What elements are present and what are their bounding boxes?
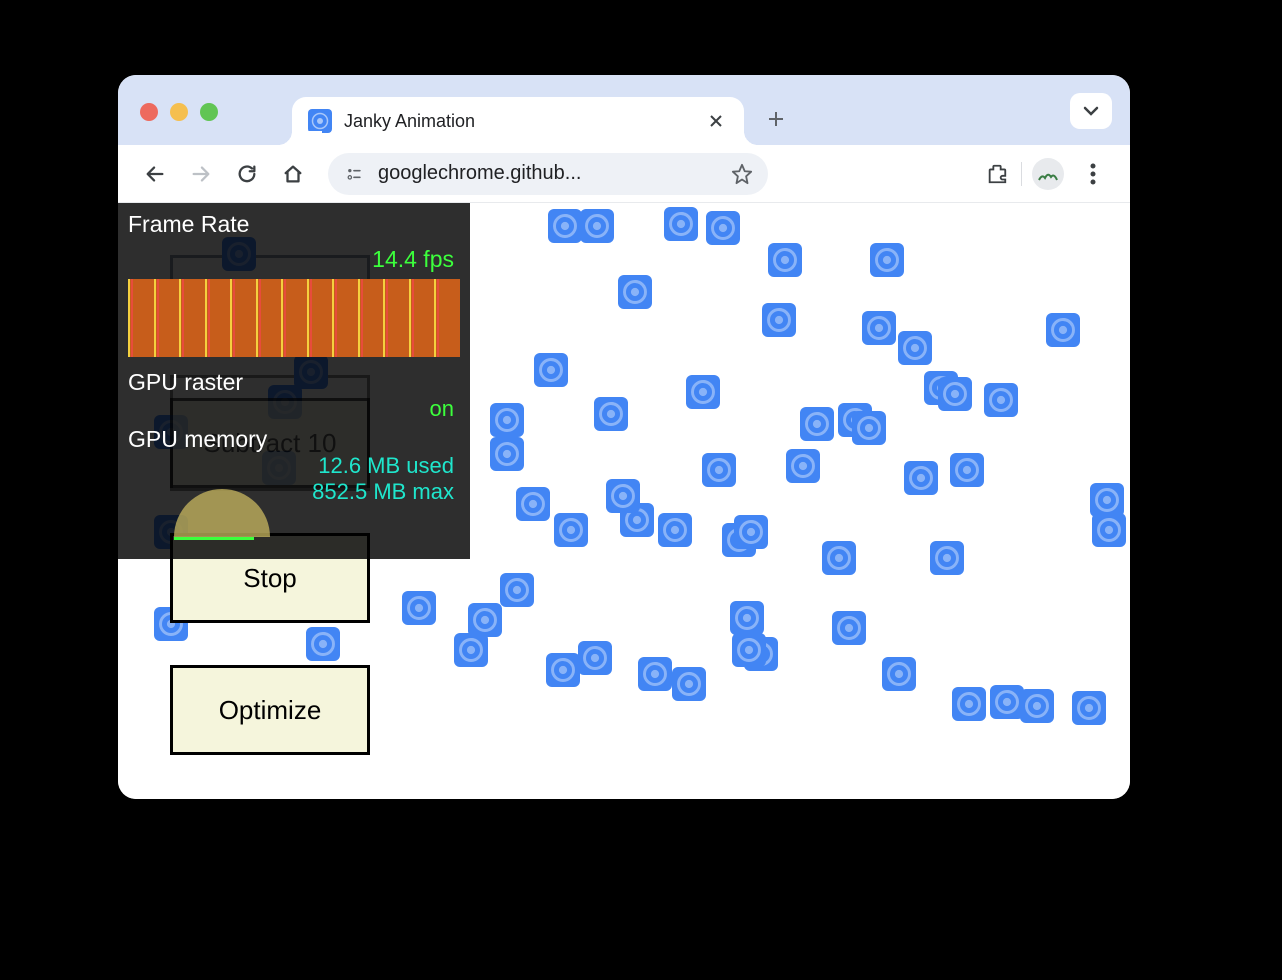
chrome-logo-sprite bbox=[702, 453, 736, 487]
chrome-logo-sprite bbox=[606, 479, 640, 513]
fps-graph bbox=[128, 279, 460, 357]
chrome-logo-sprite bbox=[534, 353, 568, 387]
back-button[interactable] bbox=[136, 155, 174, 193]
chrome-logo-sprite bbox=[1092, 513, 1126, 547]
gpu-raster-label: GPU raster bbox=[128, 369, 460, 396]
chrome-logo-sprite bbox=[516, 487, 550, 521]
chrome-logo-sprite bbox=[546, 653, 580, 687]
profile-avatar[interactable] bbox=[1032, 158, 1064, 190]
chrome-logo-sprite bbox=[800, 407, 834, 441]
chrome-logo-sprite bbox=[1072, 691, 1106, 725]
gpu-raster-value: on bbox=[128, 396, 460, 422]
fps-value: 14.4 fps bbox=[128, 246, 460, 273]
gpu-memory-indicator bbox=[174, 537, 254, 540]
chrome-logo-sprite bbox=[554, 513, 588, 547]
chrome-logo-sprite bbox=[882, 657, 916, 691]
chrome-logo-sprite bbox=[580, 209, 614, 243]
favicon-chrome-icon bbox=[308, 109, 332, 133]
toolbar: googlechrome.github... bbox=[118, 145, 1130, 203]
site-info-icon[interactable] bbox=[340, 160, 368, 188]
tab-search-button[interactable] bbox=[1070, 93, 1112, 129]
chrome-logo-sprite bbox=[938, 377, 972, 411]
gpu-memory-label: GPU memory bbox=[128, 426, 460, 453]
chrome-logo-sprite bbox=[990, 685, 1024, 719]
chrome-logo-sprite bbox=[930, 541, 964, 575]
address-bar[interactable]: googlechrome.github... bbox=[328, 153, 768, 195]
chrome-logo-sprite bbox=[1090, 483, 1124, 517]
chrome-logo-sprite bbox=[984, 383, 1018, 417]
chrome-logo-sprite bbox=[548, 209, 582, 243]
chrome-logo-sprite bbox=[468, 603, 502, 637]
kebab-menu-icon[interactable] bbox=[1074, 155, 1112, 193]
optimize-button[interactable]: Optimize bbox=[170, 665, 370, 755]
chrome-logo-sprite bbox=[672, 667, 706, 701]
chrome-logo-sprite bbox=[706, 211, 740, 245]
chrome-logo-sprite bbox=[952, 687, 986, 721]
chrome-logo-sprite bbox=[490, 437, 524, 471]
chrome-logo-sprite bbox=[832, 611, 866, 645]
toolbar-divider bbox=[1021, 162, 1022, 186]
chrome-logo-sprite bbox=[454, 633, 488, 667]
chrome-logo-sprite bbox=[734, 515, 768, 549]
chrome-logo-sprite bbox=[904, 461, 938, 495]
new-tab-button[interactable] bbox=[762, 105, 790, 133]
minimize-window-button[interactable] bbox=[170, 103, 188, 121]
maximize-window-button[interactable] bbox=[200, 103, 218, 121]
url-text: googlechrome.github... bbox=[378, 162, 718, 185]
browser-window: Janky Animation googlechrome. bbox=[118, 75, 1130, 799]
chrome-logo-sprite bbox=[306, 627, 340, 661]
home-button[interactable] bbox=[274, 155, 312, 193]
gpu-memory-used: 12.6 MB used bbox=[128, 453, 460, 479]
chrome-logo-sprite bbox=[578, 641, 612, 675]
chrome-logo-sprite bbox=[686, 375, 720, 409]
chrome-logo-sprite bbox=[870, 243, 904, 277]
chrome-logo-sprite bbox=[898, 331, 932, 365]
chrome-logo-sprite bbox=[730, 601, 764, 635]
chrome-logo-sprite bbox=[732, 633, 766, 667]
fps-meter-overlay: Frame Rate 14.4 fps GPU raster on GPU me… bbox=[118, 203, 470, 559]
tab-strip: Janky Animation bbox=[118, 75, 1130, 145]
browser-tab[interactable]: Janky Animation bbox=[292, 97, 744, 145]
chrome-logo-sprite bbox=[768, 243, 802, 277]
chrome-logo-sprite bbox=[1046, 313, 1080, 347]
close-window-button[interactable] bbox=[140, 103, 158, 121]
bookmark-star-icon[interactable] bbox=[728, 160, 756, 188]
page-content: Subtract 10 Stop Optimize Frame Rate 14.… bbox=[118, 203, 1130, 799]
extensions-icon[interactable] bbox=[983, 160, 1011, 188]
window-controls bbox=[140, 103, 218, 121]
chrome-logo-sprite bbox=[402, 591, 436, 625]
frame-rate-label: Frame Rate bbox=[128, 211, 460, 238]
chrome-logo-sprite bbox=[786, 449, 820, 483]
forward-button[interactable] bbox=[182, 155, 220, 193]
chrome-logo-sprite bbox=[594, 397, 628, 431]
chrome-logo-sprite bbox=[822, 541, 856, 575]
chrome-logo-sprite bbox=[664, 207, 698, 241]
chrome-logo-sprite bbox=[618, 275, 652, 309]
chrome-logo-sprite bbox=[852, 411, 886, 445]
chrome-logo-sprite bbox=[658, 513, 692, 547]
chrome-logo-sprite bbox=[490, 403, 524, 437]
chrome-logo-sprite bbox=[762, 303, 796, 337]
chrome-logo-sprite bbox=[950, 453, 984, 487]
gpu-memory-max: 852.5 MB max bbox=[128, 479, 460, 505]
close-tab-button[interactable] bbox=[704, 109, 728, 133]
chrome-logo-sprite bbox=[1020, 689, 1054, 723]
chrome-logo-sprite bbox=[862, 311, 896, 345]
chrome-logo-sprite bbox=[500, 573, 534, 607]
chrome-logo-sprite bbox=[638, 657, 672, 691]
reload-button[interactable] bbox=[228, 155, 266, 193]
tab-title: Janky Animation bbox=[344, 111, 692, 132]
